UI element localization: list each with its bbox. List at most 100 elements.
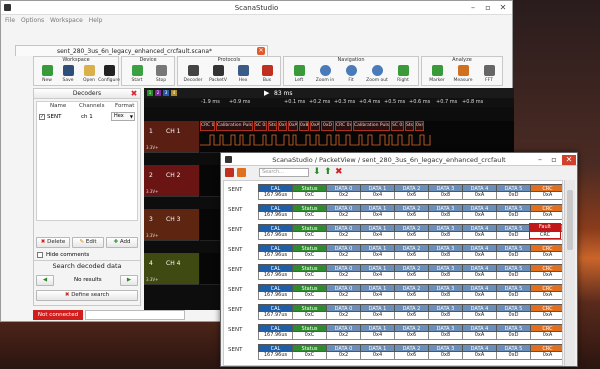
- open-button[interactable]: Open: [78, 64, 100, 86]
- fft-button[interactable]: FFT: [478, 64, 500, 86]
- packet-row[interactable]: SENT CAL 167.96us Status 0xC DATA 0 0x2 DATA 10…: [224, 183, 562, 202]
- decoded-item[interactable]: SC 0x8: [391, 121, 404, 131]
- packet-field[interactable]: DATA 3 0x8: [428, 184, 463, 201]
- channel-header-2[interactable]: 2 CH 2 3.3V+: [144, 165, 199, 197]
- maximize-icon[interactable]: ▫: [547, 155, 561, 165]
- packet-field[interactable]: DATA 0 0x2: [326, 224, 361, 241]
- export-icon[interactable]: [237, 168, 246, 177]
- packet-field[interactable]: Status 0xC: [292, 184, 327, 201]
- channel-header-3[interactable]: 3 CH 3 3.3V+: [144, 209, 199, 241]
- decoded-item[interactable]: Sts2: [268, 121, 277, 131]
- packet-field[interactable]: DATA 2 0x6: [394, 264, 429, 281]
- packet-field[interactable]: DATA 5 0xD: [496, 264, 531, 281]
- save-button[interactable]: Save: [57, 64, 79, 86]
- packet-field[interactable]: CAL 167.96us: [258, 184, 293, 201]
- packet-field[interactable]: DATA 1 0x4: [360, 184, 395, 201]
- menu-workspace[interactable]: Workspace: [50, 17, 83, 24]
- packet-field[interactable]: DATA 2 0x6: [394, 244, 429, 261]
- packet-field[interactable]: DATA 1 0x4: [360, 244, 395, 261]
- decoded-item[interactable]: 0x8: [299, 121, 309, 131]
- packet-field[interactable]: DATA 3 0x8: [428, 264, 463, 281]
- packet-field[interactable]: Status 0xC: [292, 244, 327, 261]
- decoded-item[interactable]: 0x4: [415, 121, 424, 131]
- edit-decoder-button[interactable]: ✎ Edit: [72, 237, 104, 248]
- document-tab[interactable]: sent_280_3us_6n_legacy_enhanced_crcfault…: [15, 45, 268, 56]
- packetview-button[interactable]: PacketV: [207, 64, 229, 86]
- channel-swatch-3[interactable]: 3: [163, 90, 169, 96]
- packet-field[interactable]: CRC0xA: [530, 264, 562, 281]
- packet-row[interactable]: SENT CAL 167.96us Status 0xC DATA 0 0x2 DATA 10…: [224, 283, 562, 302]
- packet-row[interactable]: SENT CAL 167.96us Status 0xC DATA 0 0x2 DATA 10…: [224, 263, 562, 282]
- packet-field[interactable]: DATA 2 0x6: [394, 344, 429, 361]
- channel-swatch-2[interactable]: 2: [155, 90, 161, 96]
- fit-button[interactable]: Fit: [340, 64, 362, 86]
- packet-field[interactable]: DATA 5 0xD: [496, 224, 531, 241]
- packet-row[interactable]: SENT CAL 167.96us Status 0xC DATA 0 0x2 DATA 10…: [224, 243, 562, 262]
- packet-field[interactable]: DATA 5 0xD: [496, 284, 531, 301]
- close-tab-icon[interactable]: ✕: [257, 47, 265, 55]
- packet-row[interactable]: SENT CAL 167.96us Status 0xC DATA 0 0x2 DATA 10…: [224, 223, 562, 242]
- new-button[interactable]: New: [36, 64, 58, 86]
- zoom-in-button[interactable]: Zoom in: [314, 64, 336, 86]
- packet-field[interactable]: DATA 0 0x2: [326, 184, 361, 201]
- packet-field[interactable]: DATA 3 0x8: [428, 304, 463, 321]
- channel-header-4[interactable]: 4 CH 4 3.3V+: [144, 253, 199, 285]
- packet-row[interactable]: SENT CAL 167.97us Status 0xC DATA 0 0x2 DATA 10…: [224, 303, 562, 322]
- decoded-item[interactable]: CRC 0xA: [335, 121, 352, 131]
- packet-field[interactable]: Status 0xC: [292, 264, 327, 281]
- packet-field[interactable]: Status 0xC: [292, 204, 327, 221]
- packet-field[interactable]: DATA 1 0x4: [360, 324, 395, 341]
- decoded-item[interactable]: SC 0x8: [254, 121, 267, 131]
- measure-button[interactable]: Measure: [452, 64, 474, 86]
- packet-field[interactable]: Status 0xC: [292, 284, 327, 301]
- packet-field[interactable]: DATA 3 0x8: [428, 284, 463, 301]
- packet-field[interactable]: DATA 1 0x4: [360, 264, 395, 281]
- packet-field[interactable]: DATA 0 0x2: [326, 204, 361, 221]
- search-prev-button[interactable]: ◀: [36, 275, 54, 286]
- minimize-icon[interactable]: –: [466, 3, 480, 13]
- packet-field[interactable]: CAL 167.96us: [258, 204, 293, 221]
- packet-field[interactable]: Status 0xC: [292, 224, 327, 241]
- packet-list-scrollbar[interactable]: [564, 180, 575, 366]
- packet-field[interactable]: CRC0xA: [530, 344, 562, 361]
- packet-field[interactable]: DATA 5 0xD: [496, 304, 531, 321]
- decoded-item[interactable]: 0xA: [310, 121, 320, 131]
- packet-field[interactable]: Status 0xC: [292, 324, 327, 341]
- decoded-item[interactable]: Sts2: [405, 121, 414, 131]
- zoom-out-button[interactable]: Zoom out: [366, 64, 388, 86]
- packet-field[interactable]: DATA 0 0x2: [326, 284, 361, 301]
- delete-decoder-button[interactable]: ✖ Delete: [36, 237, 70, 248]
- start-button[interactable]: Start: [126, 64, 148, 86]
- packet-field[interactable]: DATA 5 0xD: [496, 344, 531, 361]
- packet-field[interactable]: CAL 167.96us: [258, 224, 293, 241]
- packet-field[interactable]: DATA 4 0xA: [462, 264, 497, 281]
- packet-field[interactable]: DATA 5 0xD: [496, 204, 531, 221]
- packet-field[interactable]: CAL 167.96us: [258, 244, 293, 261]
- packet-field[interactable]: DATA 3 0x8: [428, 324, 463, 341]
- packet-field[interactable]: DATA 4 0xA: [462, 304, 497, 321]
- decoded-item[interactable]: Calibration Pulse: [353, 121, 390, 131]
- packet-field[interactable]: DATA 2 0x6: [394, 284, 429, 301]
- packet-row[interactable]: SENT CAL 167.96us Status 0xC DATA 0 0x2 DATA 10…: [224, 203, 562, 222]
- scrollbar-thumb[interactable]: [567, 190, 573, 250]
- packet-field[interactable]: DATA 4 0xA: [462, 204, 497, 221]
- packet-field[interactable]: DATA 4 0xA: [462, 184, 497, 201]
- packet-field[interactable]: CRC0xA: [530, 244, 562, 261]
- packet-field[interactable]: DATA 2 0x6: [394, 204, 429, 221]
- packet-field[interactable]: DATA 2 0x6: [394, 324, 429, 341]
- format-select[interactable]: Hex ▼: [111, 112, 135, 121]
- packet-field[interactable]: CAL 167.96us: [258, 264, 293, 281]
- pdf-icon[interactable]: [225, 168, 234, 177]
- packet-field[interactable]: DATA 1 0x4: [360, 224, 395, 241]
- define-search-button[interactable]: ✖ Define search: [36, 290, 138, 301]
- search-next-button[interactable]: ▶: [120, 275, 138, 286]
- decoded-item[interactable]: 0xA: [288, 121, 298, 131]
- right-button[interactable]: Right: [392, 64, 414, 86]
- packet-field[interactable]: DATA 0 0x2: [326, 264, 361, 281]
- packet-row[interactable]: SENT CAL 167.96us Status 0xC DATA 0 0x2 DATA 10…: [224, 323, 562, 342]
- packet-field[interactable]: DATA 3 0x8: [428, 204, 463, 221]
- close-panel-icon[interactable]: ✖: [130, 90, 138, 98]
- close-icon[interactable]: ✕: [496, 3, 510, 13]
- left-button[interactable]: Left: [288, 64, 310, 86]
- packet-field[interactable]: DATA 4 0xA: [462, 284, 497, 301]
